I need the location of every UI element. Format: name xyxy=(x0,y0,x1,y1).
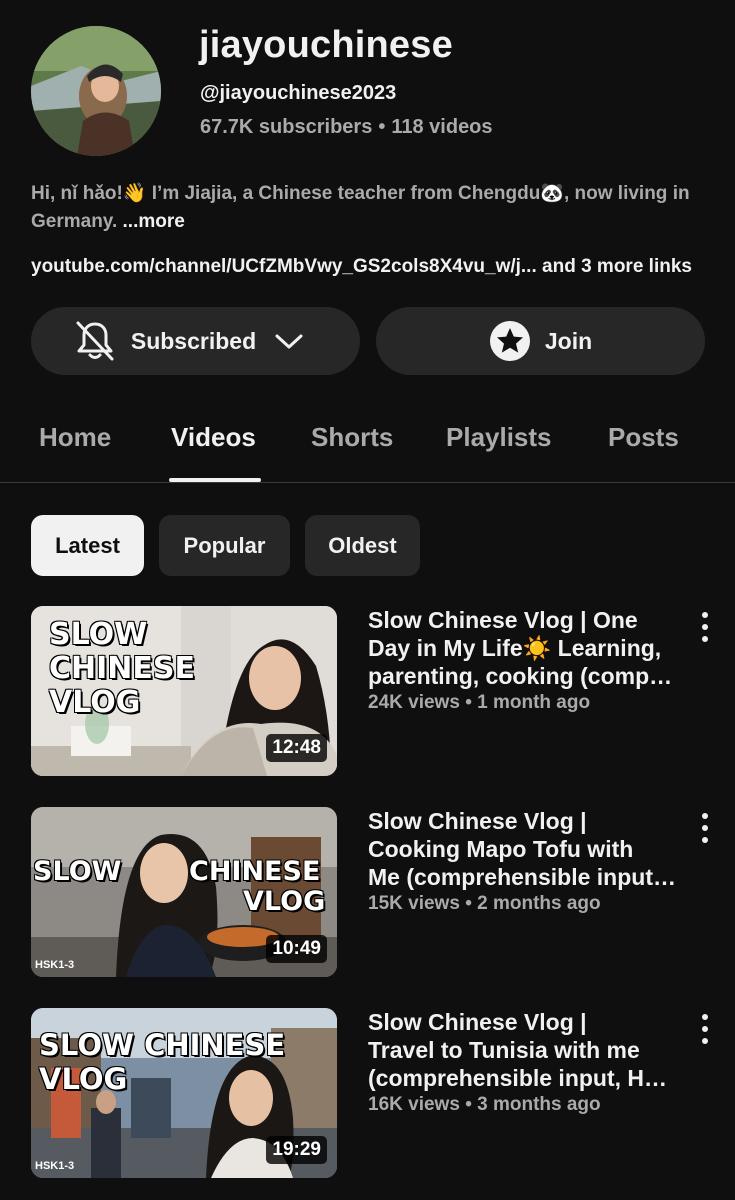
thumbnail-text-line: VLOG xyxy=(39,1062,128,1096)
thumbnail-text-line: VLOG xyxy=(49,685,141,720)
meta-separator: • xyxy=(465,692,472,713)
thumbnail-text-line: CHINESE xyxy=(49,651,195,686)
channel-tabs: Home Videos Shorts Playlists Posts xyxy=(0,400,735,483)
thumbnail-badge: HSK1-3 xyxy=(35,959,75,971)
video-title[interactable]: Slow Chinese Vlog | One Day in My Life☀️… xyxy=(368,606,678,690)
video-meta: 24K views • 1 month ago xyxy=(368,692,590,714)
video-item[interactable]: SLOW CHINESE VLOG 12:48 Slow Chinese Vlo… xyxy=(31,606,731,776)
thumbnail-text-left: SLOW xyxy=(33,856,122,887)
video-duration: 10:49 xyxy=(266,935,327,963)
meta-separator: • xyxy=(465,1094,472,1115)
channel-stats: 67.7K subscribers • 118 videos xyxy=(200,116,493,139)
video-title-line: Day in My Life☀️ Learning, xyxy=(368,635,662,661)
tab-home[interactable]: Home xyxy=(39,422,111,453)
channel-page: jiayouchinese @jiayouchinese2023 67.7K s… xyxy=(0,0,735,1200)
subscribed-button[interactable]: Subscribed xyxy=(31,307,360,375)
video-title-line: Slow Chinese Vlog | xyxy=(368,808,587,834)
view-count: 24K views xyxy=(368,692,460,713)
video-item[interactable]: SLOW CHINESE VLOG HSK1-3 19:29 Slow Chin… xyxy=(31,1008,731,1178)
tab-videos[interactable]: Videos xyxy=(171,422,256,453)
thumbnail-text-right: CHINESE xyxy=(189,856,321,887)
video-title[interactable]: Slow Chinese Vlog | Travel to Tunisia wi… xyxy=(368,1008,678,1092)
more-vert-icon[interactable] xyxy=(693,813,717,843)
more-vert-icon[interactable] xyxy=(693,612,717,642)
chevron-down-icon xyxy=(274,331,304,351)
thumbnail-text-line: SLOW CHINESE xyxy=(39,1028,286,1062)
video-duration: 12:48 xyxy=(266,734,327,762)
stats-separator: • xyxy=(378,116,386,138)
video-thumbnail[interactable]: SLOW CHINESE VLOG HSK1-3 19:29 xyxy=(31,1008,337,1178)
thumbnail-text-line: SLOW xyxy=(49,617,148,652)
tab-posts[interactable]: Posts xyxy=(608,422,679,453)
description-more-link[interactable]: ...more xyxy=(123,211,185,232)
video-title-line: Slow Chinese Vlog | xyxy=(368,1009,587,1035)
upload-age: 2 months ago xyxy=(477,893,601,914)
channel-link[interactable]: youtube.com/channel/UCfZMbVwy_GS2cols8X4… xyxy=(31,256,537,277)
channel-links[interactable]: youtube.com/channel/UCfZMbVwy_GS2cols8X4… xyxy=(31,256,721,278)
video-count: 118 videos xyxy=(391,116,493,138)
video-item[interactable]: SLOW CHINESE VLOG HSK1-3 10:49 Slow Chin… xyxy=(31,807,731,977)
more-vert-icon[interactable] xyxy=(693,1014,717,1044)
channel-handle: @jiayouchinese2023 xyxy=(200,82,397,104)
video-meta: 16K views • 3 months ago xyxy=(368,1094,601,1116)
join-label: Join xyxy=(544,327,593,354)
channel-avatar[interactable] xyxy=(31,26,161,156)
video-title-line: Cooking Mapo Tofu with xyxy=(368,836,634,862)
tab-shorts[interactable]: Shorts xyxy=(311,422,393,453)
video-thumbnail[interactable]: SLOW CHINESE VLOG 12:48 xyxy=(31,606,337,776)
video-meta: 15K views • 2 months ago xyxy=(368,893,601,915)
active-tab-indicator xyxy=(169,478,261,482)
view-count: 15K views xyxy=(368,893,460,914)
join-button[interactable]: Join xyxy=(376,307,705,375)
thumbnail-text-right: VLOG xyxy=(243,886,326,917)
video-title[interactable]: Slow Chinese Vlog | Cooking Mapo Tofu wi… xyxy=(368,807,678,891)
filter-chip-latest[interactable]: Latest xyxy=(31,515,144,576)
thumbnail-badge: HSK1-3 xyxy=(35,1160,75,1172)
video-title-line: Slow Chinese Vlog | One xyxy=(368,607,638,633)
upload-age: 1 month ago xyxy=(477,692,591,713)
video-title-line: parenting, cooking (compr… xyxy=(368,663,678,689)
channel-description[interactable]: Hi, nǐ hǎo!👋 I’m Jiajia, a Chinese teach… xyxy=(31,180,711,236)
video-title-line: (comprehensible input, HS… xyxy=(368,1065,678,1091)
tab-playlists[interactable]: Playlists xyxy=(446,422,552,453)
thumbnail-text: SLOW CHINESE VLOG xyxy=(49,618,195,720)
filter-chip-oldest[interactable]: Oldest xyxy=(305,515,420,576)
upload-age: 3 months ago xyxy=(477,1094,601,1115)
avatar-photo xyxy=(31,26,161,156)
view-count: 16K views xyxy=(368,1094,460,1115)
video-thumbnail[interactable]: SLOW CHINESE VLOG HSK1-3 10:49 xyxy=(31,807,337,977)
star-badge-icon xyxy=(489,320,531,362)
bell-off-icon xyxy=(73,319,117,363)
meta-separator: • xyxy=(465,893,472,914)
subscribed-label: Subscribed xyxy=(130,327,257,354)
channel-name: jiayouchinese xyxy=(199,24,453,66)
thumbnail-text: SLOW CHINESE VLOG xyxy=(39,1028,285,1096)
more-links[interactable]: and 3 more links xyxy=(542,256,692,277)
video-title-line: Me (comprehensible input,… xyxy=(368,864,678,890)
video-title-line: Travel to Tunisia with me xyxy=(368,1037,640,1063)
subscriber-count: 67.7K subscribers xyxy=(200,116,373,138)
filter-chip-popular[interactable]: Popular xyxy=(159,515,290,576)
video-duration: 19:29 xyxy=(266,1136,327,1164)
